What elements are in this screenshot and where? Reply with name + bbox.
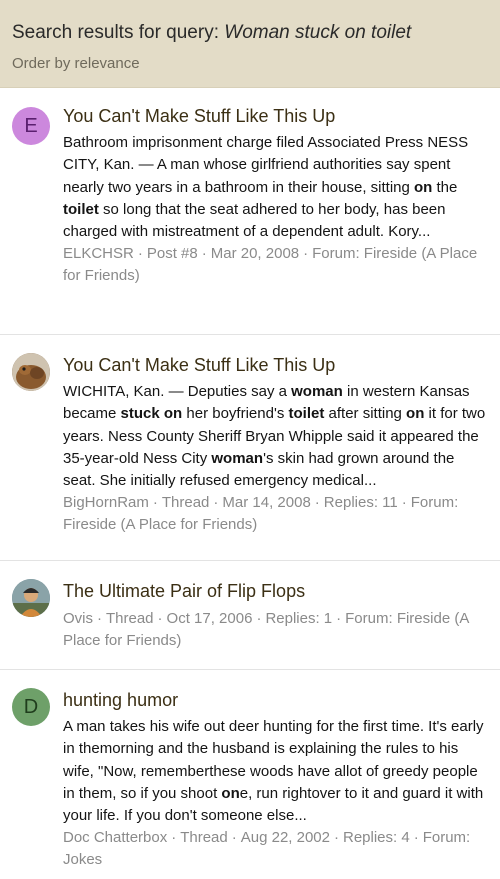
search-header: Search results for query: Woman stuck on… <box>0 0 500 88</box>
result-date: Mar 14, 2008 <box>222 494 311 512</box>
result-author[interactable]: ELKCHSR <box>63 245 134 262</box>
result-author[interactable]: Ovis <box>63 610 93 627</box>
result-replies: Replies: 11 <box>323 494 398 512</box>
result-date: Mar 20, 2008 <box>210 245 300 263</box>
user-photo-icon <box>12 353 50 391</box>
result-replies: Replies: 4 <box>343 829 410 847</box>
avatar-letter: E <box>24 114 38 137</box>
result-title[interactable]: hunting humor <box>63 688 488 712</box>
title-prefix: Search results for query: <box>12 22 225 43</box>
result-item: D hunting humor A man takes his wife out… <box>0 670 500 879</box>
avatar[interactable]: D <box>12 688 50 726</box>
result-replies: Replies: 1 <box>265 610 333 627</box>
result-type: Thread <box>161 494 210 512</box>
result-type: Post #8 <box>146 245 198 263</box>
result-title[interactable]: You Can't Make Stuff Like This Up <box>63 104 488 128</box>
result-author[interactable]: BigHornRam <box>63 494 149 511</box>
avatar[interactable]: E <box>12 107 50 145</box>
result-meta: ELKCHSR · Post #8 · Mar 20, 2008 · Forum: Fire… <box>63 245 478 285</box>
avatar-letter: D <box>23 695 39 718</box>
user-photo-icon <box>12 579 50 617</box>
order-by-label[interactable]: Order by relevance <box>12 55 488 72</box>
result-type: Thread <box>106 610 154 627</box>
page-title: Search results for query: Woman stuck on… <box>12 21 488 45</box>
result-snippet: A man takes his wife out deer hunting fo… <box>63 718 484 825</box>
search-query: Woman stuck on toilet <box>224 22 412 43</box>
result-meta: Ovis · Thread · Oct 17, 2006 · Replies: 1 · Foru… <box>63 610 469 649</box>
result-snippet: WICHITA, Kan. — Deputies say a woman in … <box>63 383 486 490</box>
result-title[interactable]: You Can't Make Stuff Like This Up <box>63 353 488 377</box>
result-item: You Can't Make Stuff Like This Up WICHIT… <box>0 335 500 561</box>
result-type: Thread <box>180 829 228 847</box>
avatar[interactable] <box>12 353 50 391</box>
result-date: Aug 22, 2002 <box>240 829 330 847</box>
avatar[interactable] <box>12 579 50 617</box>
result-meta: Doc Chatterbox · Thread · Aug 22, 2002 · Repli… <box>63 829 471 869</box>
result-author[interactable]: Doc Chatterbox <box>63 829 167 846</box>
result-snippet: Bathroom imprisonment charge filed Assoc… <box>63 134 469 241</box>
result-title[interactable]: The Ultimate Pair of Flip Flops <box>63 579 488 603</box>
result-meta: BigHornRam · Thread · Mar 14, 2008 · Replies: … <box>63 494 459 534</box>
result-item: E You Can't Make Stuff Like This Up Bath… <box>0 88 500 335</box>
result-item: The Ultimate Pair of Flip Flops Ovis · Thr… <box>0 561 500 670</box>
result-date: Oct 17, 2006 <box>166 610 253 627</box>
